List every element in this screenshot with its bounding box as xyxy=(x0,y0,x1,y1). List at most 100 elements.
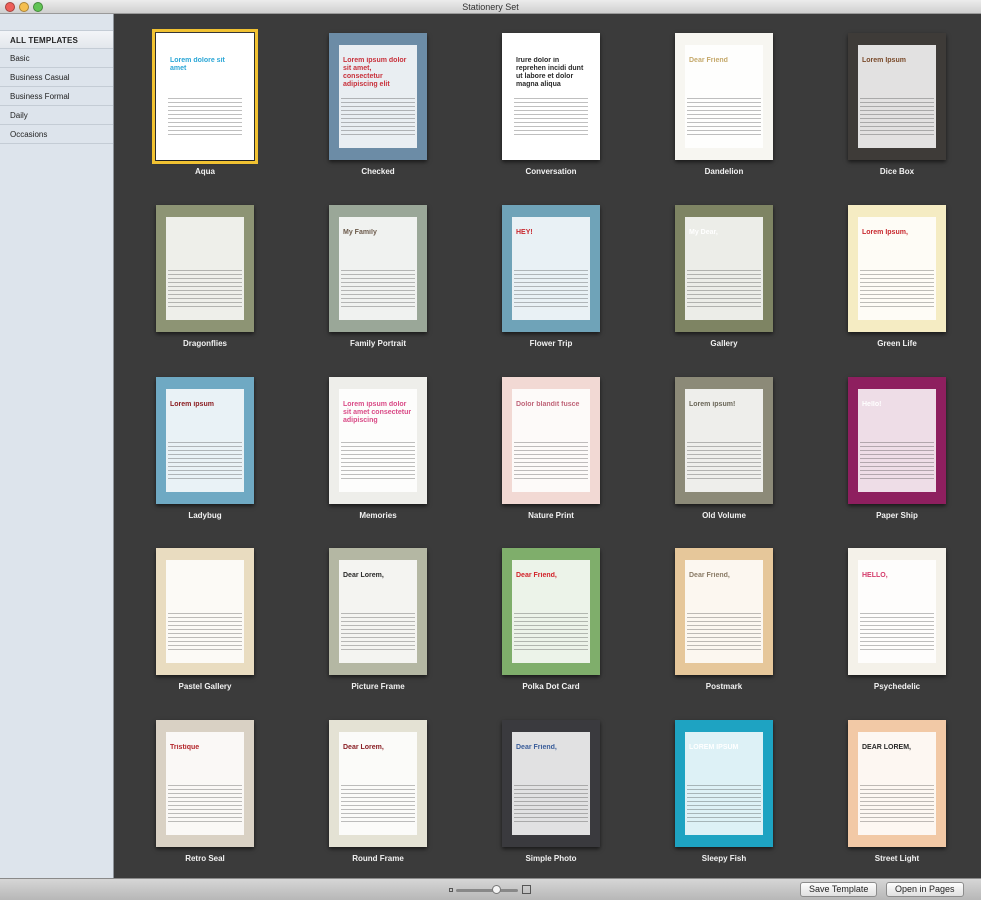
template-thumbnail[interactable]: Tristique xyxy=(156,720,254,847)
template-label: Dandelion xyxy=(704,167,744,176)
sidebar-item-all-templates[interactable]: ALL TEMPLATES xyxy=(0,30,113,49)
open-in-pages-button[interactable]: Open in Pages xyxy=(886,882,964,897)
template-label: Ladybug xyxy=(188,511,222,520)
template-label: Sleepy Fish xyxy=(701,854,747,863)
template-thumbnail[interactable] xyxy=(156,205,254,332)
template-label: Green Life xyxy=(877,339,917,348)
thumbnail-body-lines xyxy=(687,610,761,650)
thumbnail-headline: Lorem Ipsum, xyxy=(862,229,908,236)
bottom-toolbar: Save Template Open in Pages xyxy=(0,878,981,900)
thumbnail-body-lines xyxy=(168,782,242,822)
template-thumbnail[interactable]: Dear Friend, xyxy=(502,548,600,675)
save-template-button[interactable]: Save Template xyxy=(800,882,878,897)
thumbnail-body-lines xyxy=(860,610,934,650)
window-title: Stationery Set xyxy=(462,2,519,12)
thumbnail-headline: Dear Friend, xyxy=(516,572,557,579)
template-label: Dragonflies xyxy=(182,339,227,348)
thumbnail-headline: Dear Friend, xyxy=(516,744,557,751)
sidebar-item-business-casual[interactable]: Business Casual xyxy=(0,68,113,87)
template-label: Simple Photo xyxy=(525,854,577,863)
template-thumbnail[interactable]: Dear Lorem, xyxy=(329,720,427,847)
thumbnail-body-lines xyxy=(514,782,588,822)
thumbnail-body-lines xyxy=(514,95,588,135)
template-thumbnail[interactable]: Dear Friend, xyxy=(675,548,773,675)
thumbnail-headline: Lorem dolore sit amet xyxy=(170,57,225,72)
template-label: Family Portrait xyxy=(349,339,406,348)
template-thumbnail[interactable]: Dear Lorem, xyxy=(329,548,427,675)
small-thumbnail-icon xyxy=(449,888,453,892)
template-thumbnail[interactable]: My Family xyxy=(329,205,427,332)
thumbnail-headline: Dolor blandit fusce xyxy=(516,401,580,408)
thumbnail-headline: Tristique xyxy=(170,744,200,751)
thumbnail-size-slider[interactable] xyxy=(456,889,518,892)
template-label: Postmark xyxy=(705,682,743,691)
template-label: Aqua xyxy=(195,167,215,176)
template-label: Polka Dot Card xyxy=(522,682,580,691)
template-label: Nature Print xyxy=(528,511,574,520)
template-thumbnail[interactable]: Lorem ipsum dolor sit amet consectetur a… xyxy=(329,377,427,504)
thumbnail-headline: HEY! xyxy=(516,229,533,236)
thumbnail-body-lines xyxy=(860,439,934,479)
sidebar-item-daily[interactable]: Daily xyxy=(0,106,113,125)
thumbnail-body-lines xyxy=(168,267,242,307)
template-label: Street Light xyxy=(874,854,920,863)
template-thumbnail[interactable]: Lorem Ipsum, xyxy=(848,205,946,332)
template-label: Memories xyxy=(359,511,397,520)
template-thumbnail[interactable]: Lorem Ipsum xyxy=(848,33,946,160)
template-thumbnail[interactable]: HELLO, xyxy=(848,548,946,675)
template-thumbnail[interactable]: Dear Friend xyxy=(675,33,773,160)
template-label: Conversation xyxy=(525,167,577,176)
template-label: Gallery xyxy=(710,339,738,348)
template-thumbnail[interactable]: Hello! xyxy=(848,377,946,504)
template-thumbnail[interactable]: Lorem ipsum! xyxy=(675,377,773,504)
template-label: Round Frame xyxy=(352,854,404,863)
thumbnail-headline: Lorem ipsum dolor sit amet, consectetur … xyxy=(343,57,407,88)
thumbnail-headline: Dear Friend xyxy=(689,57,728,64)
sidebar-item-basic[interactable]: Basic xyxy=(0,49,113,68)
template-thumbnail[interactable]: Lorem dolore sit amet xyxy=(152,29,258,164)
template-label: Flower Trip xyxy=(529,339,573,348)
zoom-window-button[interactable] xyxy=(33,2,43,12)
thumbnail-body-lines xyxy=(341,439,415,479)
thumbnail-headline: My Dear, xyxy=(689,229,718,236)
thumbnail-headline: Lorem ipsum! xyxy=(689,401,736,408)
thumbnail-body-lines xyxy=(860,95,934,135)
template-thumbnail[interactable]: Dolor blandit fusce xyxy=(502,377,600,504)
template-thumbnail[interactable]: Lorem ipsum xyxy=(156,377,254,504)
template-thumbnail[interactable]: My Dear, xyxy=(675,205,773,332)
template-thumbnail[interactable]: Dear Friend, xyxy=(502,720,600,847)
thumbnail-body-lines xyxy=(168,95,242,135)
minimize-window-button[interactable] xyxy=(19,2,29,12)
template-label: Psychedelic xyxy=(873,682,921,691)
thumbnail-headline: Dear Lorem, xyxy=(343,744,384,751)
thumbnail-headline: Irure dolor in reprehen incidi dunt ut l… xyxy=(516,57,584,88)
template-thumbnail[interactable]: Irure dolor in reprehen incidi dunt ut l… xyxy=(502,33,600,160)
thumbnail-body-lines xyxy=(687,267,761,307)
template-thumbnail[interactable]: HEY! xyxy=(502,205,600,332)
sidebar-item-occasions[interactable]: Occasions xyxy=(0,125,113,144)
large-thumbnail-icon xyxy=(522,885,531,894)
template-label: Retro Seal xyxy=(185,854,225,863)
template-label: Picture Frame xyxy=(351,682,405,691)
thumbnail-body-lines xyxy=(687,782,761,822)
thumbnail-headline: LOREM IPSUM xyxy=(689,744,739,751)
title-bar: Stationery Set xyxy=(0,0,981,14)
thumbnail-headline: Hello! xyxy=(862,401,882,408)
close-window-button[interactable] xyxy=(5,2,15,12)
template-grid: Lorem dolore sit amet Aqua Lorem ipsum dol… xyxy=(115,14,981,878)
template-thumbnail[interactable] xyxy=(156,548,254,675)
thumbnail-body-lines xyxy=(168,439,242,479)
thumbnail-body-lines xyxy=(687,439,761,479)
thumbnail-body-lines xyxy=(341,267,415,307)
thumbnail-headline: Lorem ipsum dolor sit amet consectetur a… xyxy=(343,401,412,424)
thumbnail-body-lines xyxy=(341,95,415,135)
thumbnail-size-slider-knob[interactable] xyxy=(492,885,501,894)
thumbnail-body-lines xyxy=(514,267,588,307)
template-thumbnail[interactable]: DEAR LOREM, xyxy=(848,720,946,847)
thumbnail-headline: Lorem Ipsum xyxy=(862,57,906,64)
template-label: Pastel Gallery xyxy=(178,682,232,691)
template-thumbnail[interactable]: LOREM IPSUM xyxy=(675,720,773,847)
sidebar-item-business-formal[interactable]: Business Formal xyxy=(0,87,113,106)
template-thumbnail[interactable]: Lorem ipsum dolor sit amet, consectetur … xyxy=(329,33,427,160)
template-label: Old Volume xyxy=(702,511,746,520)
